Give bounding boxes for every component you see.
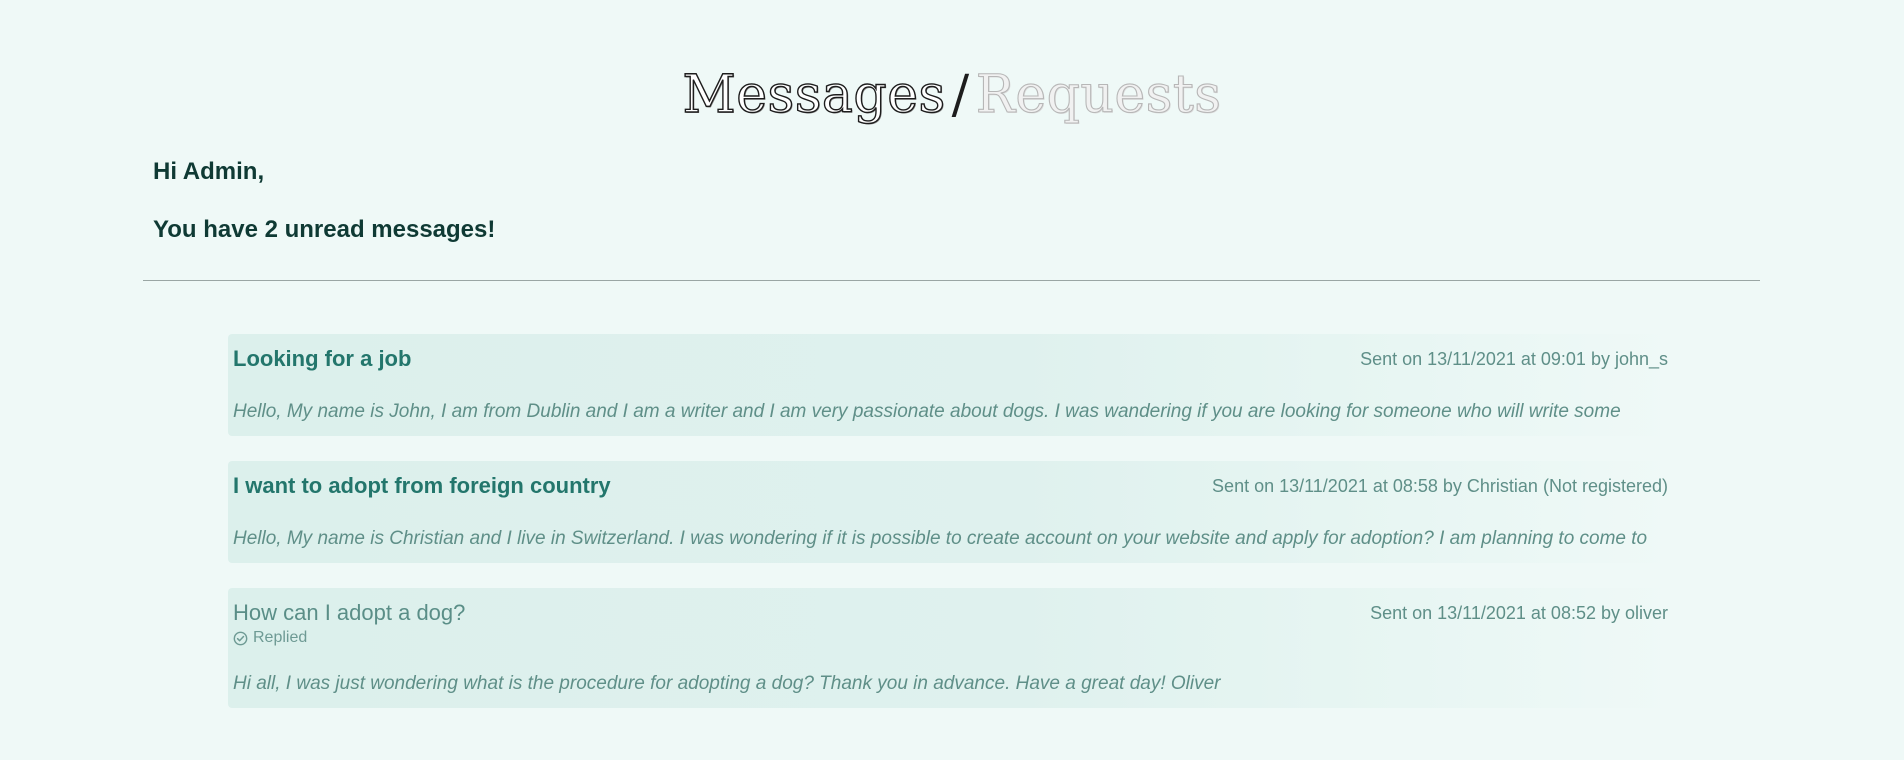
title-separator: / bbox=[951, 65, 970, 125]
message-subject[interactable]: I want to adopt from foreign country bbox=[233, 471, 611, 501]
message-card[interactable]: Looking for a job Sent on 13/11/2021 at … bbox=[228, 334, 1671, 436]
unread-count-text: You have 2 unread messages! bbox=[153, 216, 496, 243]
greeting-text: Hi Admin, bbox=[153, 158, 265, 185]
message-preview: Hello, My name is John, I am from Dublin… bbox=[233, 401, 1621, 422]
page-title: Messages / Requests bbox=[0, 60, 1904, 130]
replied-label: Replied bbox=[253, 629, 308, 646]
message-preview: Hello, My name is Christian and I live i… bbox=[233, 528, 1648, 549]
tab-requests[interactable]: Requests bbox=[975, 64, 1221, 125]
replied-status: Replied bbox=[233, 628, 307, 648]
message-subject[interactable]: Looking for a job bbox=[233, 344, 411, 374]
message-meta: Sent on 13/11/2021 at 08:52 by oliver bbox=[1370, 603, 1668, 623]
message-subject[interactable]: How can I adopt a dog? bbox=[233, 598, 465, 628]
tab-messages[interactable]: Messages bbox=[682, 64, 946, 125]
message-list: Looking for a job Sent on 13/11/2021 at … bbox=[228, 334, 1671, 708]
message-meta: Sent on 13/11/2021 at 09:01 by john_s bbox=[1360, 349, 1668, 369]
section-divider bbox=[143, 280, 1760, 281]
message-meta: Sent on 13/11/2021 at 08:58 by Christian… bbox=[1212, 476, 1668, 496]
message-card[interactable]: I want to adopt from foreign country Sen… bbox=[228, 461, 1671, 563]
check-circle-icon bbox=[233, 631, 248, 646]
message-preview: Hi all, I was just wondering what is the… bbox=[233, 673, 1221, 694]
message-card[interactable]: How can I adopt a dog? Sent on 13/11/202… bbox=[228, 588, 1671, 708]
